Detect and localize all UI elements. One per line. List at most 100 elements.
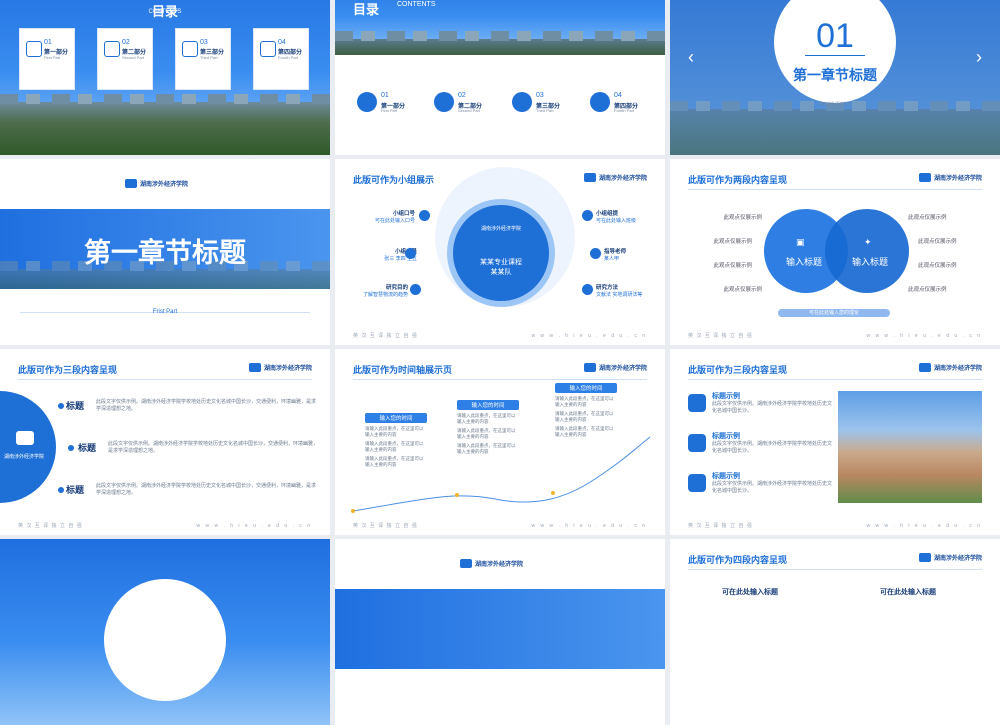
toc-num: 02: [458, 92, 466, 99]
slide-header: 此版可作为小组展示: [353, 175, 435, 185]
people-icon: [434, 92, 454, 112]
slide-timeline[interactable]: 此版可作为时间轴展示页 湖南涉外经济学院 输入您的时间 请输入此段重点，在这里可…: [335, 349, 665, 535]
feet-icon: ✦: [864, 237, 872, 247]
row-text-3: 此段文字仅供示例。湖南涉外经济学院学校地处历史文化名城中国长沙，交通便利，环境幽…: [96, 483, 317, 496]
school-name: 湖南涉外经济学院: [933, 176, 982, 182]
title-b: 输入标题: [851, 257, 888, 267]
right-point-4: 此观点仅展示例: [908, 287, 947, 293]
prev-arrow-icon[interactable]: ‹: [688, 47, 694, 68]
chapter-title: 第一章节标题: [84, 238, 246, 268]
emblem-label: 湖南涉外经济学院: [4, 454, 45, 460]
building-icon: [26, 41, 42, 57]
lightbulb-icon: [405, 248, 416, 259]
left-point-2: 此观点仅展示例: [713, 239, 752, 245]
center-line1: 某某专业课程: [480, 259, 522, 266]
toc-en: Third Part: [536, 108, 554, 113]
slide-chapter-circle-partial[interactable]: [0, 539, 330, 725]
footer-url[interactable]: w w w . h i e u . e d u . c n: [531, 333, 647, 339]
toc-num: 04: [278, 39, 286, 46]
slide-toc-sky[interactable]: 目录 CONTENTS 01 第一部分 First Part 02 第二部分 Secon…: [0, 0, 330, 155]
emblem-circle: [0, 391, 56, 503]
right-point-1: 此观点仅展示例: [908, 215, 947, 221]
school-name: 湖南涉外经济学院: [263, 366, 312, 372]
item-title: 小组组提: [596, 211, 619, 217]
left-item-3: 研究目的 了解智慧物流的趋势: [340, 283, 408, 298]
item-sub: 可在此处输入口号: [374, 218, 415, 224]
emblem-icon: [16, 431, 34, 445]
header-line: [688, 379, 982, 380]
circle-b: [825, 209, 909, 293]
slide-chapter-circle[interactable]: 01 第一章节标题 湖南涉外经济学院 ‹ ›: [670, 0, 1000, 155]
item-sub: 可在此处输入班级: [596, 218, 637, 224]
divider: [805, 55, 865, 56]
chart-icon: [590, 92, 610, 112]
title-circle: [104, 579, 226, 701]
method-icon: [582, 284, 593, 295]
row-title-2: 标题示例: [712, 433, 740, 440]
footer-motto: 英 汉 互 译 独 立 自 强: [688, 523, 753, 529]
footer-url[interactable]: w w w . h i e u . e d u . c n: [866, 523, 982, 529]
card-tag: 输入您的时间: [365, 413, 427, 423]
school-logo: 湖南涉外经济学院: [583, 173, 647, 182]
timeline-card-3: 输入您的时间 请输入此段重点，在这里可以输入主要的内容 请输入此段重点，在这里可…: [555, 383, 617, 438]
school-name: 湖南涉外经济学院: [475, 562, 524, 568]
center-circle: [453, 205, 549, 301]
slide-header: 此版可作为三段内容呈现: [18, 365, 118, 375]
left-point-1: 此观点仅展示例: [723, 215, 762, 221]
card-item: 请输入此段重点，在这里可以输入主要的内容: [555, 426, 614, 437]
slide-group[interactable]: 此版可作为小组展示 湖南涉外经济学院 湖南涉外经济学院 某某专业课程 某某队 小…: [335, 159, 665, 345]
chart-icon: [260, 41, 276, 57]
school-name: 湖南涉外经济学院: [598, 176, 647, 182]
book-icon: ▣: [796, 237, 805, 247]
eye-icon: [419, 210, 430, 221]
slide-three-part-photo[interactable]: 此版可作为三段内容呈现 湖南涉外经济学院 标题示例 此段文字仅供示例。湖南涉外经…: [670, 349, 1000, 535]
row-text-3: 此段文字仅供示例。湖南涉外经济学院学校地处历史文化名城中国长沙。: [712, 481, 833, 494]
slide-chapter-band[interactable]: 湖南涉外经济学院 第一章节标题 Frist Part: [0, 159, 330, 345]
slide-toc-white[interactable]: 目录 CONTENTS 01 第一部分 First Part 02 第二部分 Secon…: [335, 0, 665, 155]
school-logo: 湖南涉外经济学院: [918, 553, 982, 562]
footer-motto: 英 汉 互 译 独 立 自 强: [18, 523, 83, 529]
item-title: 研究方法: [596, 285, 619, 291]
emblem-icon: [918, 553, 931, 562]
right-item-1: 小组组提 可在此处输入班级: [596, 209, 658, 224]
toc-card-3[interactable]: 03 第三部分 Third Part: [175, 28, 231, 90]
toc-card-1[interactable]: 01 第一部分 First Part: [19, 28, 75, 90]
toc-en: Fourth Part: [278, 55, 299, 60]
row-title-1: 标题示例: [712, 393, 740, 400]
slide-three-part-arc[interactable]: 此版可作为三段内容呈现 湖南涉外经济学院 湖南涉外经济学院 标题 此段文字仅供示…: [0, 349, 330, 535]
left-point-3: 此观点仅展示例: [713, 263, 752, 269]
emblem-icon: [460, 559, 472, 568]
school-logo: 湖南涉外经济学院: [918, 173, 982, 182]
campus-photo: [838, 391, 982, 503]
chart-icon: [688, 474, 706, 492]
toc-en: Second Part: [122, 55, 145, 60]
slide-four-part[interactable]: 此版可作为四段内容呈现 湖南涉外经济学院 可在此处输入标题 可在此处输入标题: [670, 539, 1000, 725]
card-item: 请输入此段重点，在这里可以输入主要的内容: [457, 443, 516, 454]
title-band: [335, 589, 665, 669]
school-logo: 湖南涉外经济学院: [125, 179, 188, 188]
slide-header: 此版可作为两段内容呈现: [688, 175, 788, 185]
row-title-3: 标题示例: [712, 473, 740, 480]
card-item: 请输入此段重点，在这里可以输入主要的内容: [365, 441, 424, 452]
toc-num: 03: [200, 39, 208, 46]
toc-card-2[interactable]: 02 第二部分 Second Part: [97, 28, 153, 90]
header-line: [688, 189, 982, 190]
banner-campus: [335, 31, 665, 55]
toc-num: 04: [614, 92, 622, 99]
slide-chapter-band-partial[interactable]: 湖南涉外经济学院: [335, 539, 665, 725]
campus-buildings: [670, 101, 1000, 155]
toc-card-4[interactable]: 04 第四部分 Fourth Part: [253, 28, 309, 90]
card-item: 请输入此段重点，在这里可以输入主要的内容: [457, 428, 516, 439]
header-line: [18, 379, 312, 380]
footer-url[interactable]: w w w . h i e u . e d u . c n: [196, 523, 312, 529]
next-arrow-icon[interactable]: ›: [976, 47, 982, 68]
emblem-icon: [583, 363, 596, 372]
card-item: 请输入此段重点，在这里可以输入主要的内容: [555, 396, 614, 407]
footer-url[interactable]: w w w . h i e u . e d u . c n: [866, 333, 982, 339]
footer-url[interactable]: w w w . h i e u . e d u . c n: [531, 523, 647, 529]
item-title: 指导老师: [604, 249, 627, 255]
school-logo: 湖南涉外经济学院: [918, 363, 982, 372]
school-name: 湖南涉外经济学院: [933, 366, 982, 372]
toc-subtitle: CONTENTS: [397, 1, 436, 8]
slide-two-part[interactable]: 此版可作为两段内容呈现 湖南涉外经济学院 输入标题 输入标题 ▣ ✦ 此观点仅展…: [670, 159, 1000, 345]
